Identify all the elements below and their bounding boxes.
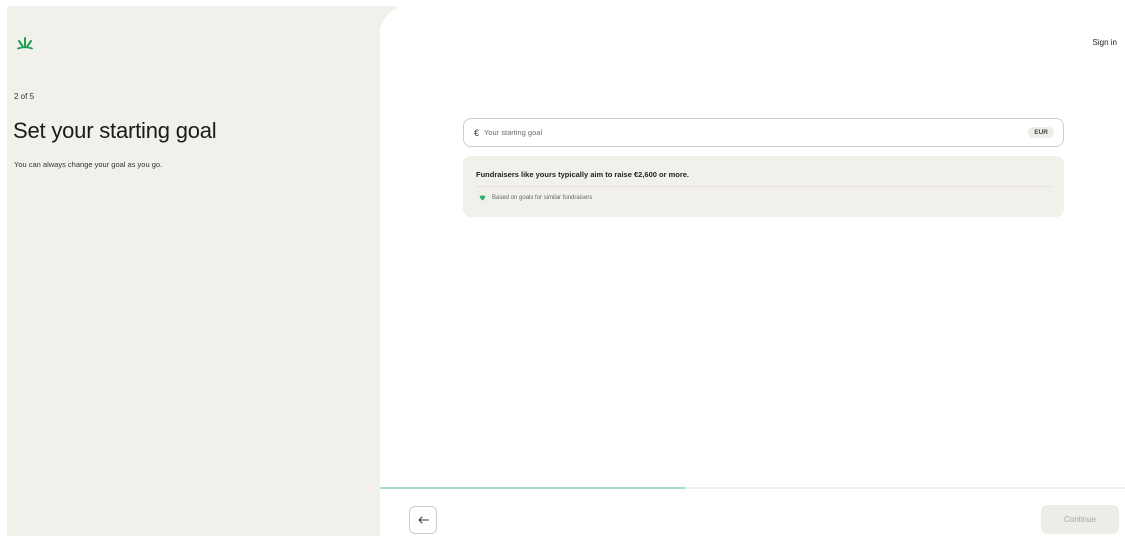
- logo-icon[interactable]: [15, 37, 35, 51]
- currency-symbol: €: [474, 127, 480, 138]
- suggestion-source: Based on goals for similar fundraisers: [492, 195, 593, 201]
- goal-amount-input[interactable]: [484, 128, 1029, 137]
- page: 2 of 5 Set your starting goal You can al…: [0, 0, 1125, 536]
- goal-suggestion-card: Fundraisers like yours typically aim to …: [463, 156, 1064, 217]
- continue-button[interactable]: Continue: [1041, 505, 1119, 534]
- suggestion-text: Fundraisers like yours typically aim to …: [476, 170, 690, 179]
- suggestion-divider: [476, 186, 1051, 187]
- left-panel: 2 of 5 Set your starting goal You can al…: [7, 6, 397, 536]
- back-button[interactable]: [409, 506, 437, 534]
- leaf-icon: [479, 195, 486, 201]
- step-indicator: 2 of 5: [14, 92, 35, 101]
- page-subtitle: You can always change your goal as you g…: [14, 160, 163, 169]
- arrow-left-icon: [418, 516, 429, 524]
- goal-input-field[interactable]: € EUR: [463, 118, 1064, 147]
- page-title: Set your starting goal: [13, 118, 217, 143]
- progress-bar-fill: [380, 487, 686, 489]
- currency-badge: EUR: [1028, 127, 1054, 138]
- right-panel: [380, 6, 1125, 536]
- sign-in-link[interactable]: Sign in: [1093, 38, 1117, 47]
- progress-bar: [380, 487, 1125, 489]
